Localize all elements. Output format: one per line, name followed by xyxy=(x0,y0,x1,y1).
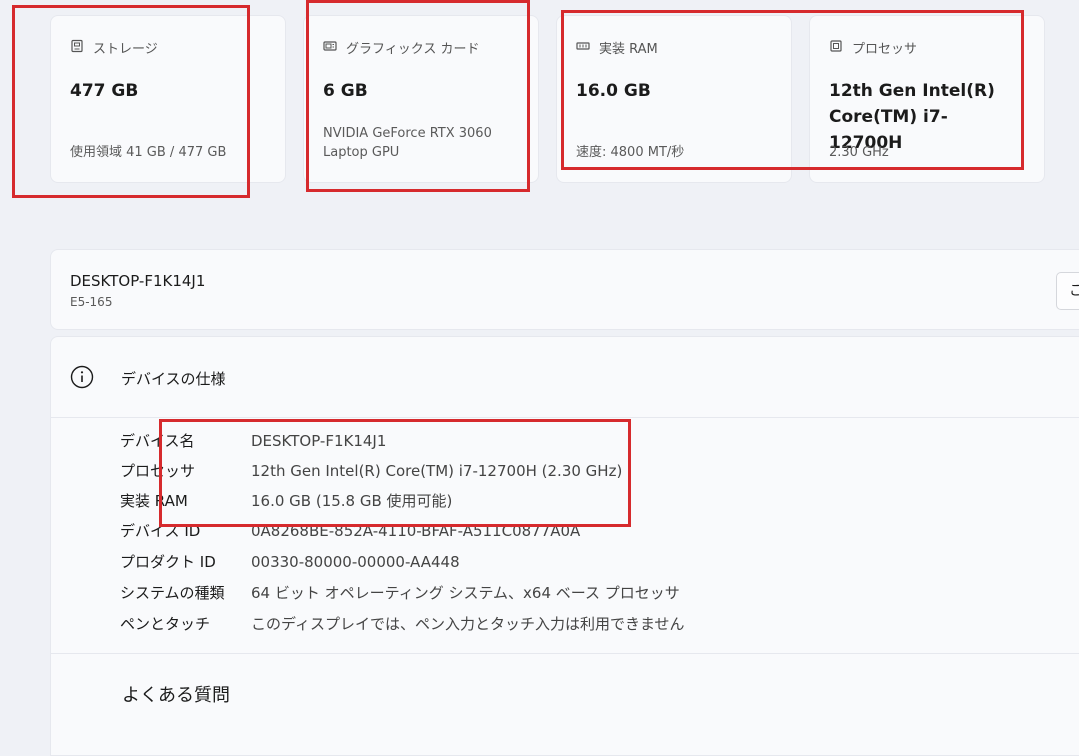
processor-card-header: プロセッサ xyxy=(829,38,917,57)
device-specs-header[interactable]: デバイスの仕様 xyxy=(51,337,1079,418)
device-specs-panel: デバイスの仕様 デバイス名 DESKTOP-F1K14J1 プロセッサ 12th G… xyxy=(50,336,1079,756)
spec-row-processor: プロセッサ 12th Gen Intel(R) Core(TM) i7-12700… xyxy=(120,456,622,486)
graphics-card-icon xyxy=(323,39,346,57)
device-name-panel: DESKTOP-F1K14J1 E5-165 この xyxy=(50,249,1079,330)
spec-value: 00330-80000-00000-AA448 xyxy=(251,553,460,571)
spec-key: システムの種類 xyxy=(120,584,225,602)
info-icon xyxy=(70,365,94,389)
storage-usage: 使用領域 41 GB / 477 GB xyxy=(70,145,227,160)
spec-value: 64 ビット オペレーティング システム、x64 ベース プロセッサ xyxy=(251,584,680,602)
spec-value: DESKTOP-F1K14J1 xyxy=(251,432,387,450)
spec-row-product-id: プロダクト ID 00330-80000-00000-AA448 xyxy=(120,547,460,577)
storage-card: ストレージ 477 GB 使用領域 41 GB / 477 GB xyxy=(50,15,286,183)
faq-title: よくある質問 xyxy=(122,685,230,706)
storage-icon xyxy=(70,39,93,57)
processor-card: プロセッサ 12th Gen Intel(R) Core(TM) i7-1270… xyxy=(809,15,1045,183)
spec-key: プロセッサ xyxy=(120,462,196,480)
spec-row-ram: 実装 RAM 16.0 GB (15.8 GB 使用可能) xyxy=(120,486,452,516)
spec-row-pen-touch: ペンとタッチ このディスプレイでは、ペン入力とタッチ入力は利用できません xyxy=(120,609,685,639)
rename-pc-button[interactable]: この xyxy=(1056,272,1079,310)
processor-icon xyxy=(829,39,852,57)
ram-speed: 速度: 4800 MT/秒 xyxy=(576,145,685,160)
ram-card-header: 実装 RAM xyxy=(576,38,658,57)
spec-row-system-type: システムの種類 64 ビット オペレーティング システム、x64 ベース プロセッ… xyxy=(120,578,680,608)
section-divider xyxy=(51,653,1079,654)
spec-value: 12th Gen Intel(R) Core(TM) i7-12700H (2.… xyxy=(251,462,623,480)
graphics-card-model: NVIDIA GeForce RTX 3060 Laptop GPU xyxy=(323,126,492,160)
graphics-card-value: 6 GB xyxy=(323,81,368,101)
ram-value: 16.0 GB xyxy=(576,81,651,101)
spec-key: プロダクト ID xyxy=(120,553,216,571)
spec-key: 実装 RAM xyxy=(120,492,188,510)
spec-key: デバイス名 xyxy=(120,432,195,450)
device-name: DESKTOP-F1K14J1 xyxy=(70,272,206,290)
storage-card-header: ストレージ xyxy=(70,38,158,57)
graphics-card-header: グラフィックス カード xyxy=(323,38,479,57)
ram-icon xyxy=(576,39,599,57)
ram-card: 実装 RAM 16.0 GB 速度: 4800 MT/秒 xyxy=(556,15,792,183)
device-model: E5-165 xyxy=(70,295,113,309)
graphics-card: グラフィックス カード 6 GB NVIDIA GeForce RTX 3060… xyxy=(303,15,539,183)
spec-value: このディスプレイでは、ペン入力とタッチ入力は利用できません xyxy=(251,615,685,633)
spec-row-device-id: デバイス ID 0A8268BE-852A-4110-BFAF-A511C0877… xyxy=(120,516,580,546)
processor-speed: 2.30 GHz xyxy=(829,145,889,160)
processor-label: プロセッサ xyxy=(852,42,918,57)
graphics-card-label: グラフィックス カード xyxy=(346,42,480,57)
storage-value: 477 GB xyxy=(70,81,139,101)
device-specs-title: デバイスの仕様 xyxy=(121,370,226,388)
spec-row-device-name: デバイス名 DESKTOP-F1K14J1 xyxy=(120,426,386,456)
spec-value: 0A8268BE-852A-4110-BFAF-A511C0877A0A xyxy=(251,522,581,540)
spec-key: ペンとタッチ xyxy=(120,615,211,633)
spec-value: 16.0 GB (15.8 GB 使用可能) xyxy=(251,492,453,510)
storage-label: ストレージ xyxy=(93,42,158,57)
ram-label: 実装 RAM xyxy=(599,42,658,57)
spec-key: デバイス ID xyxy=(120,522,201,540)
